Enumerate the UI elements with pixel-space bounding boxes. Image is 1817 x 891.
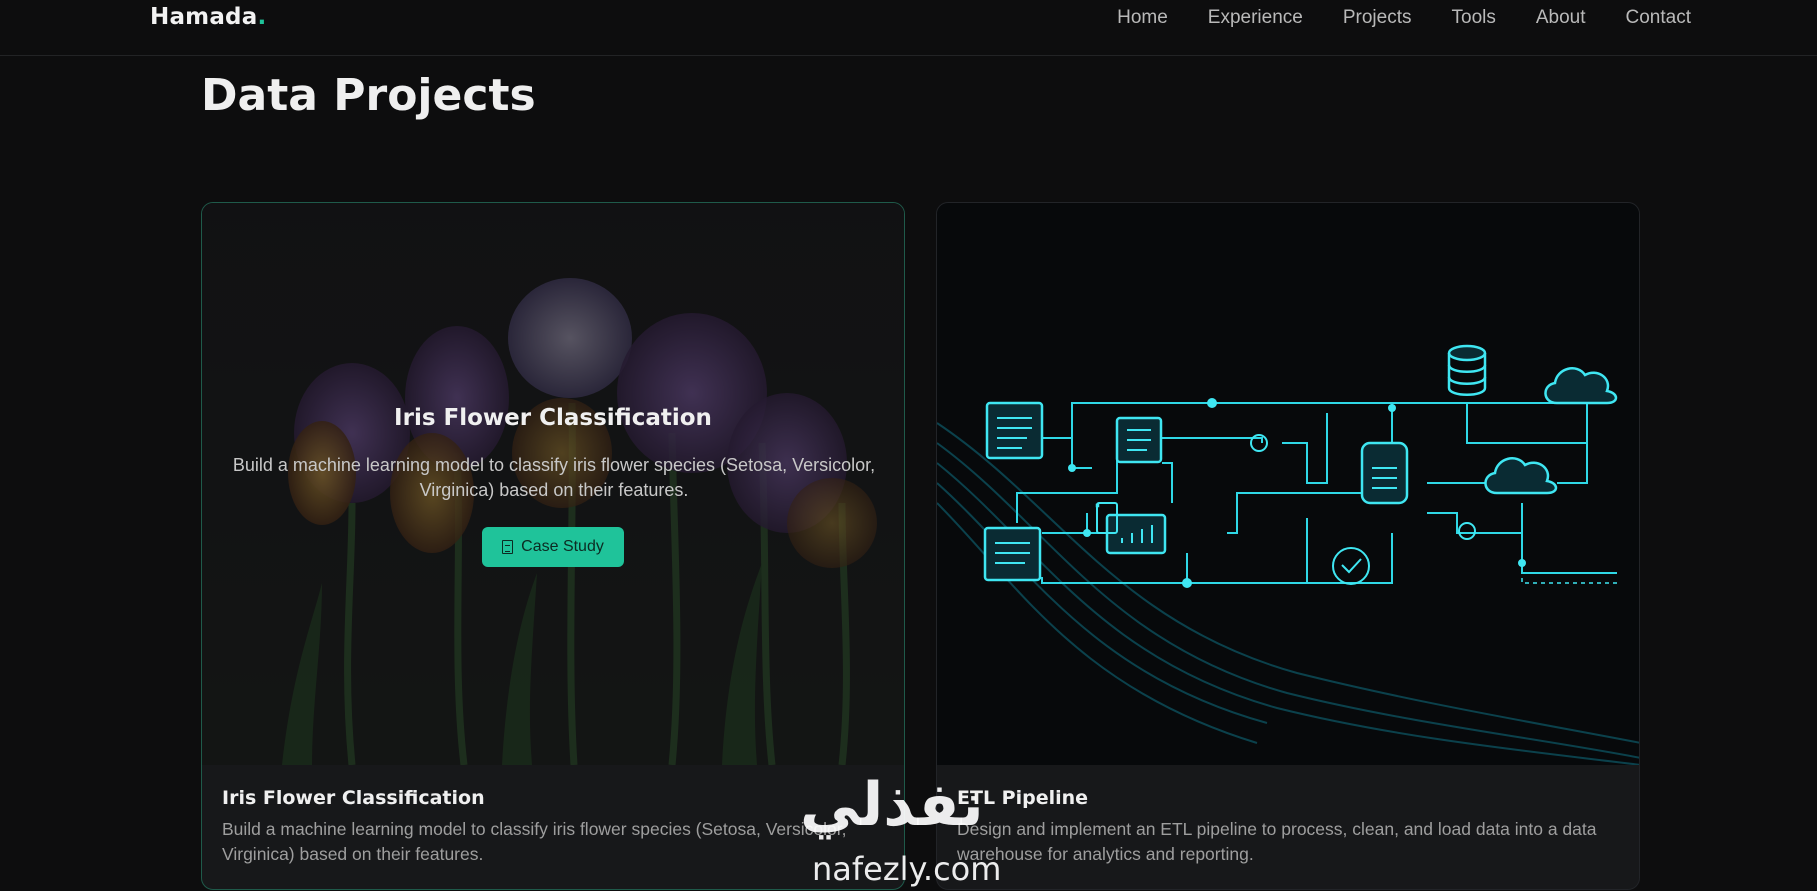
nav-link-home[interactable]: Home <box>1117 7 1168 29</box>
document-icon <box>502 540 514 554</box>
case-study-label: Case Study <box>521 538 604 555</box>
project-description: Build a machine learning model to classi… <box>222 819 847 864</box>
brand-logo[interactable]: Hamada. <box>150 4 266 30</box>
project-image-etl <box>937 203 1639 765</box>
project-title[interactable]: ETL Pipeline <box>957 787 1619 809</box>
nav-link-projects[interactable]: Projects <box>1343 7 1412 29</box>
section-title: Data Projects <box>201 70 536 121</box>
case-study-button[interactable]: Case Study <box>482 527 624 567</box>
overlay-project-description: Build a machine learning model to classi… <box>232 455 876 500</box>
brand-dot: . <box>257 4 267 30</box>
project-title[interactable]: Iris Flower Classification <box>222 787 884 809</box>
project-card-body: ETL Pipeline Design and implement an ETL… <box>937 765 1639 889</box>
nav-menu: Home Experience Projects Tools About Con… <box>1077 7 1691 29</box>
project-card-iris[interactable]: Iris Flower Classification Build a machi… <box>201 202 905 890</box>
overlay-project-title: Iris Flower Classification <box>394 405 712 431</box>
nav-link-tools[interactable]: Tools <box>1452 7 1496 29</box>
top-navbar: Hamada. Home Experience Projects Tools A… <box>0 0 1817 56</box>
etl-pipeline-illustration <box>937 203 1639 765</box>
nav-link-experience[interactable]: Experience <box>1208 7 1303 29</box>
nav-link-about[interactable]: About <box>1536 7 1586 29</box>
nav-link-contact[interactable]: Contact <box>1626 7 1691 29</box>
brand-name: Hamada <box>150 4 258 30</box>
project-description: Design and implement an ETL pipeline to … <box>957 819 1597 864</box>
project-card-etl[interactable]: ETL Pipeline Design and implement an ETL… <box>936 202 1640 890</box>
project-card-body: Iris Flower Classification Build a machi… <box>202 765 904 889</box>
